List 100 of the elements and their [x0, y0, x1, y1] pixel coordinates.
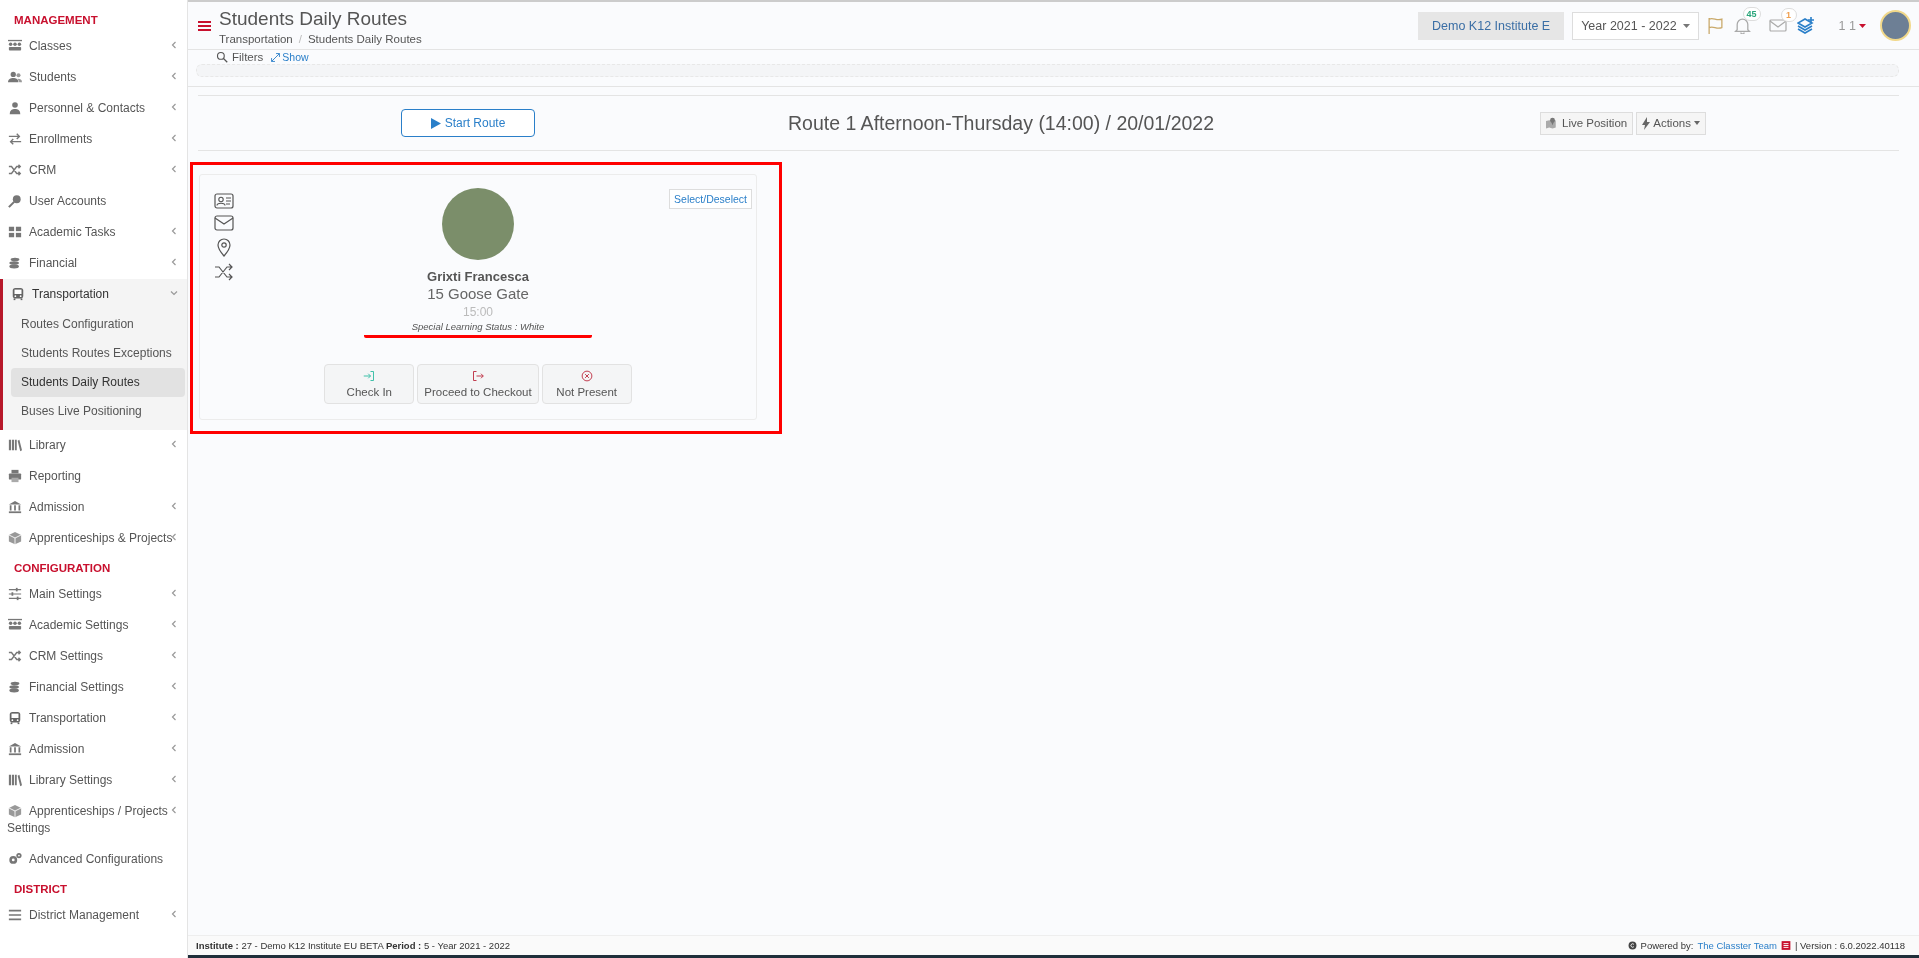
sidebar-item[interactable]: Apprenticeships / Projects Settings — [0, 796, 187, 844]
sidebar-item[interactable]: User Accounts — [0, 186, 187, 217]
student-address: 15 Goose Gate — [427, 285, 529, 302]
breadcrumb-separator: / — [298, 33, 302, 45]
list-icon — [7, 907, 23, 922]
exit-icon — [472, 370, 484, 382]
books-icon — [7, 437, 23, 452]
bank-icon — [7, 499, 23, 514]
menu-icon — [198, 19, 211, 32]
bus-icon — [7, 710, 23, 725]
sidebar-item[interactable]: Academic Tasks — [0, 217, 187, 248]
map-pin-icon — [214, 237, 234, 257]
key-icon — [7, 193, 23, 208]
start-route-button[interactable]: Start Route — [401, 109, 535, 137]
institute-button[interactable]: Demo K12 Institute E — [1418, 11, 1565, 40]
sidebar-item[interactable]: Admission — [0, 492, 187, 523]
footer-info: Institute : 27 - Demo K12 Institute EU BETA Period : 5 - Year 2021 - 2022 — [196, 940, 511, 951]
sidebar-item[interactable]: Financial — [0, 248, 187, 279]
users-icon — [7, 69, 23, 84]
sidebar-item[interactable]: Financial Settings — [0, 672, 187, 703]
sidebar-item[interactable]: Advanced Configurations — [0, 844, 187, 875]
sidebar-item[interactable]: District Management — [0, 900, 187, 931]
envelope-icon — [1768, 18, 1787, 33]
chevron-left-icon — [170, 589, 178, 597]
section-heading: DISTRICT — [13, 882, 69, 897]
chevron-left-icon — [170, 165, 178, 173]
sidebar-item[interactable]: Library — [0, 430, 187, 461]
cancel-icon — [580, 370, 593, 382]
section-heading: MANAGEMENT — [13, 13, 99, 28]
sidebar-item[interactable]: Classes — [0, 31, 187, 62]
flag-icon — [1706, 17, 1724, 34]
sidebar-item[interactable]: Library Settings — [0, 765, 187, 796]
sidebar-item[interactable]: Personnel & Contacts — [0, 93, 187, 124]
people-icon — [7, 38, 23, 53]
search-icon — [216, 51, 228, 63]
chevron-left-icon — [170, 103, 178, 111]
checkout-button[interactable]: Proceed to Checkout — [417, 364, 539, 404]
chevron-left-icon — [170, 910, 178, 918]
chevron-left-icon — [170, 227, 178, 235]
section-heading: CONFIGURATION — [13, 561, 112, 576]
breadcrumb-link[interactable]: Students Daily Routes — [307, 33, 422, 45]
sidebar-item[interactable]: Transportation — [0, 703, 187, 734]
chevron-left-icon — [170, 258, 178, 266]
sidebar-item[interactable]: Reporting — [0, 461, 187, 492]
sidebar-item[interactable]: Admission — [0, 734, 187, 765]
chevron-left-icon — [170, 775, 178, 783]
live-position-button[interactable]: Live Position — [1540, 111, 1634, 135]
submenu-item[interactable]: Students Daily Routes — [11, 368, 185, 397]
sidebar-item[interactable]: Academic Settings — [0, 610, 187, 641]
submenu-item[interactable]: Buses Live Positioning — [11, 397, 185, 426]
sidebar-item[interactable]: Enrollments — [0, 124, 187, 155]
people-icon — [7, 617, 23, 632]
caret-icon — [1693, 121, 1700, 125]
play-icon — [430, 117, 441, 129]
chevron-left-icon — [170, 134, 178, 142]
show-filters-link[interactable]: Show — [271, 51, 309, 63]
sidebar-item[interactable]: CRM Settings — [0, 641, 187, 672]
year-dropdown[interactable]: Year 2021 - 2022 — [1572, 11, 1699, 40]
sidebar-item[interactable]: CRM — [0, 155, 187, 186]
chevron-left-icon — [170, 440, 178, 448]
sidebar-item[interactable]: Main Settings — [0, 579, 187, 610]
shuffle-icon — [214, 263, 234, 281]
chevron-left-icon — [170, 713, 178, 721]
sliders-icon — [7, 586, 23, 601]
sidebar-item[interactable]: Transportation — [3, 279, 187, 310]
student-name: Grixti Francesca — [427, 269, 529, 284]
sidebar-item[interactable]: Students — [0, 62, 187, 93]
breadcrumb-link[interactable]: Transportation — [219, 33, 293, 45]
chevron-left-icon — [170, 682, 178, 690]
bus-icon — [10, 286, 26, 301]
copyright-icon — [1627, 941, 1637, 950]
cube-icon — [7, 803, 23, 818]
pickup-time: 15:00 — [463, 305, 493, 319]
shuffle-icon — [7, 162, 23, 177]
check-in-button[interactable]: Check In — [324, 364, 415, 404]
chevron-down-icon — [170, 289, 178, 297]
bank-icon — [7, 741, 23, 756]
message-count-badge: 1 — [1780, 8, 1797, 22]
chevron-left-icon — [170, 651, 178, 659]
page-title: Students Daily Routes — [219, 8, 408, 30]
notification-count-badge: 45 — [1742, 7, 1761, 21]
select-deselect-button[interactable]: Select/Deselect — [669, 189, 752, 209]
sidebar-item[interactable]: Apprenticeships & Projects — [0, 523, 187, 554]
map-icon — [1546, 116, 1559, 130]
grid-icon — [7, 224, 23, 239]
chevron-left-icon — [170, 41, 178, 49]
team-link[interactable]: The Classter Team — [1697, 940, 1777, 951]
lightning-icon — [1642, 116, 1651, 130]
messages-button[interactable] — [1766, 16, 1789, 35]
submenu-item[interactable]: Students Routes Exceptions — [11, 339, 185, 368]
gears-icon — [7, 851, 23, 866]
envelope-icon — [214, 215, 234, 231]
expand-icon — [271, 52, 281, 62]
user-icon — [7, 100, 23, 115]
filters-label: Filters — [232, 51, 264, 63]
absent-button[interactable]: Not Present — [541, 364, 632, 404]
actions-dropdown[interactable]: Actions — [1636, 111, 1706, 135]
powered-by-label: Powered by: — [1640, 940, 1694, 951]
submenu-item[interactable]: Routes Configuration — [11, 310, 185, 339]
chevron-left-icon — [170, 744, 178, 752]
